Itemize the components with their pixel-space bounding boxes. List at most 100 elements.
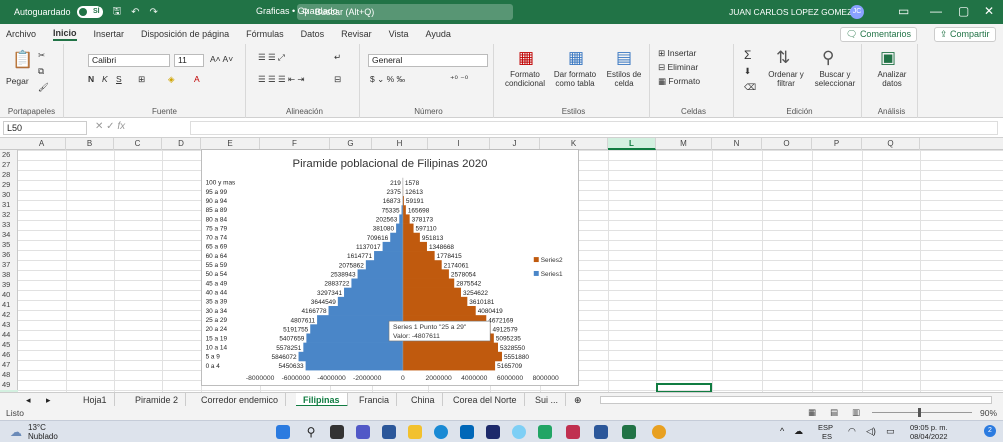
autosum-icon[interactable]: Σ [744, 48, 751, 62]
row-header[interactable]: 41 [0, 300, 18, 310]
autosave-toggle[interactable]: SÍ [76, 6, 103, 18]
sheet-tab[interactable]: Hoja1 [76, 393, 115, 407]
row-header[interactable]: 31 [0, 200, 18, 210]
tab-archivo[interactable]: Archivo [6, 29, 36, 39]
region[interactable]: ES [822, 432, 832, 441]
page-break-icon[interactable]: ▥ [852, 407, 860, 418]
row-header[interactable]: 49 [0, 380, 18, 390]
excel-icon[interactable] [622, 425, 636, 439]
fx-icon[interactable]: ✕ ✓ fx [95, 121, 125, 132]
row-header[interactable]: 35 [0, 240, 18, 250]
insert-button[interactable]: ⊞ Insertar [658, 48, 696, 59]
sheet-tab[interactable]: Piramide 2 [128, 393, 187, 407]
sheet-tab-active[interactable]: Filipinas [296, 393, 348, 407]
find-select-button[interactable]: Buscar y seleccionar [808, 70, 862, 88]
row-header[interactable]: 44 [0, 330, 18, 340]
page-layout-icon[interactable]: ▤ [830, 407, 838, 418]
wrap-text-icon[interactable]: ↵ [334, 52, 341, 63]
cut-icon[interactable]: ✂ [38, 50, 45, 61]
row-header[interactable]: 34 [0, 230, 18, 240]
paste-icon[interactable]: 📋 [12, 50, 33, 70]
row-header[interactable]: 27 [0, 160, 18, 170]
close-icon[interactable]: ✕ [984, 4, 994, 18]
zoom-slider[interactable] [872, 412, 972, 413]
copy-icon[interactable]: ⧉ [38, 66, 44, 77]
row-header[interactable]: 37 [0, 260, 18, 270]
wifi-icon[interactable]: ◠ [848, 426, 856, 437]
paste-button[interactable]: Pegar [6, 76, 29, 86]
bold-button[interactable]: N [88, 74, 94, 84]
column-header[interactable]: Q [862, 138, 920, 150]
notification-badge[interactable]: 2 [984, 425, 996, 437]
app-icon[interactable] [512, 425, 526, 439]
table-format-button[interactable]: Dar formato como tabla [550, 70, 600, 88]
table-format-icon[interactable]: ▦ [568, 48, 584, 68]
fill-color-icon[interactable]: ◈ [168, 74, 175, 85]
fill-icon[interactable]: ⬇ [744, 66, 751, 77]
row-header[interactable]: 28 [0, 170, 18, 180]
analyze-data-button[interactable]: Analizar datos [870, 70, 914, 88]
font-size-select[interactable]: 11 [174, 54, 204, 67]
row-header[interactable]: 26 [0, 150, 18, 160]
zoom-thumb[interactable] [918, 408, 921, 417]
add-sheet-icon[interactable]: ⊕ [574, 393, 582, 407]
battery-icon[interactable]: ▭ [886, 426, 895, 437]
align-left-icon[interactable]: ☰ ☰ ☰ ⇤ ⇥ [258, 74, 305, 85]
row-header[interactable]: 38 [0, 270, 18, 280]
tab-inicio[interactable]: Inicio [53, 28, 77, 41]
conditional-format-icon[interactable]: ▦ [518, 48, 534, 68]
grow-font-icon[interactable]: A˄ A˅ [210, 54, 233, 64]
tab-disposicion[interactable]: Disposición de página [141, 29, 229, 39]
prev-sheet-icon[interactable]: ◂ [26, 393, 31, 407]
sheet-tab[interactable]: Corredor endemico [194, 393, 287, 407]
underline-button[interactable]: S [116, 74, 122, 84]
column-header[interactable]: B [66, 138, 114, 150]
horizontal-scrollbar[interactable] [600, 396, 992, 404]
cloud-icon[interactable]: ☁ [794, 426, 803, 437]
column-header[interactable]: C [114, 138, 162, 150]
find-icon[interactable]: ⚲ [822, 48, 834, 68]
align-top-icon[interactable]: ☰ ☰ ⤢ [258, 52, 285, 63]
user-name[interactable]: JUAN CARLOS LOPEZ GOMEZ [729, 7, 852, 17]
maximize-icon[interactable]: ▢ [958, 4, 969, 18]
tab-datos[interactable]: Datos [301, 29, 325, 39]
edge-icon[interactable] [434, 425, 448, 439]
number-format-select[interactable]: General [368, 54, 488, 67]
analyze-data-icon[interactable]: ▣ [880, 48, 896, 68]
row-header[interactable]: 43 [0, 320, 18, 330]
column-header[interactable]: N [712, 138, 762, 150]
currency-icon[interactable]: $ ⌄ % ‰ [370, 74, 405, 85]
row-header[interactable]: 48 [0, 370, 18, 380]
clear-icon[interactable]: ⌫ [744, 82, 756, 93]
volume-icon[interactable]: ◁) [866, 426, 876, 437]
column-header[interactable]: O [762, 138, 812, 150]
app-icon[interactable] [460, 425, 474, 439]
cell-styles-button[interactable]: Estilos de celda [602, 70, 646, 88]
row-header[interactable]: 42 [0, 310, 18, 320]
row-header[interactable]: 33 [0, 220, 18, 230]
comments-button[interactable]: 🗨 Comentarios [840, 27, 917, 42]
ribbon-display-icon[interactable]: ▭ [898, 4, 909, 18]
tab-ayuda[interactable]: Ayuda [426, 29, 451, 39]
borders-icon[interactable]: ⊞ [138, 74, 145, 85]
start-icon[interactable] [276, 425, 290, 439]
clock-date[interactable]: 08/04/2022 [910, 432, 948, 441]
next-sheet-icon[interactable]: ▸ [46, 393, 51, 407]
row-header[interactable]: 45 [0, 340, 18, 350]
formula-input[interactable] [190, 121, 998, 135]
format-button[interactable]: ▦ Formato [658, 76, 700, 87]
column-header[interactable]: M [656, 138, 712, 150]
file-explorer-icon[interactable] [408, 425, 422, 439]
share-button[interactable]: ⇪ Compartir [934, 27, 996, 42]
sort-filter-icon[interactable]: ⇅ [776, 48, 790, 68]
minimize-icon[interactable]: — [930, 4, 942, 18]
app-icon[interactable] [566, 425, 580, 439]
sheet-tab[interactable]: Francia [352, 393, 398, 407]
cell-styles-icon[interactable]: ▤ [616, 48, 632, 68]
app-icon[interactable] [486, 425, 500, 439]
tab-formulas[interactable]: Fórmulas [246, 29, 284, 39]
decimals-icon[interactable]: ⁺⁰ ⁻⁰ [450, 74, 468, 85]
sheet-tab[interactable]: Sui ... [528, 393, 567, 407]
undo-icon[interactable]: ↶ [131, 7, 139, 18]
search-box[interactable]: ⚲ Buscar (Alt+Q) [297, 4, 513, 20]
